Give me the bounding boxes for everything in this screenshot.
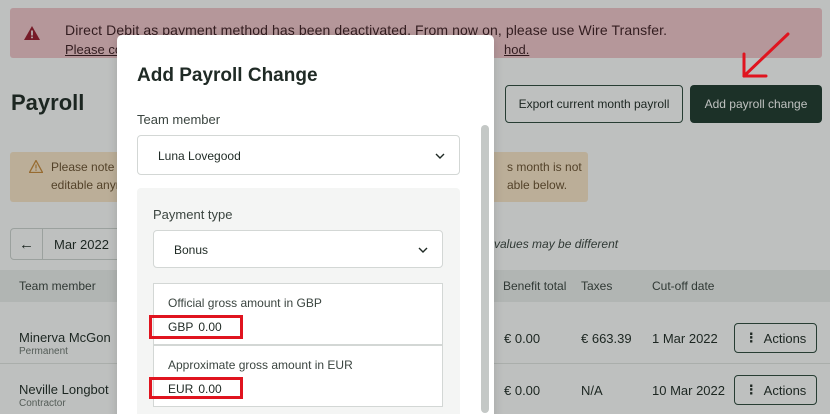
team-member-select[interactable]: Luna Lovegood (137, 135, 460, 175)
chevron-down-icon (435, 153, 445, 159)
payment-type-label: Payment type (153, 207, 233, 222)
add-payroll-change-modal: Add Payroll Change Team member Luna Love… (117, 35, 494, 414)
payment-type-select[interactable]: Bonus (153, 230, 443, 268)
chevron-down-icon (418, 247, 428, 253)
annotation-highlight-gbp (149, 315, 243, 339)
team-member-value: Luna Lovegood (158, 149, 241, 163)
annotation-highlight-eur (149, 377, 243, 399)
team-member-label: Team member (137, 112, 221, 127)
eur-amount-label: Approximate gross amount in EUR (168, 358, 353, 372)
modal-scrollbar-thumb[interactable] (481, 125, 489, 413)
payment-type-value: Bonus (174, 243, 209, 257)
annotation-arrow-icon (742, 32, 790, 78)
modal-title: Add Payroll Change (137, 65, 318, 86)
gbp-amount-label: Official gross amount in GBP (168, 296, 322, 310)
